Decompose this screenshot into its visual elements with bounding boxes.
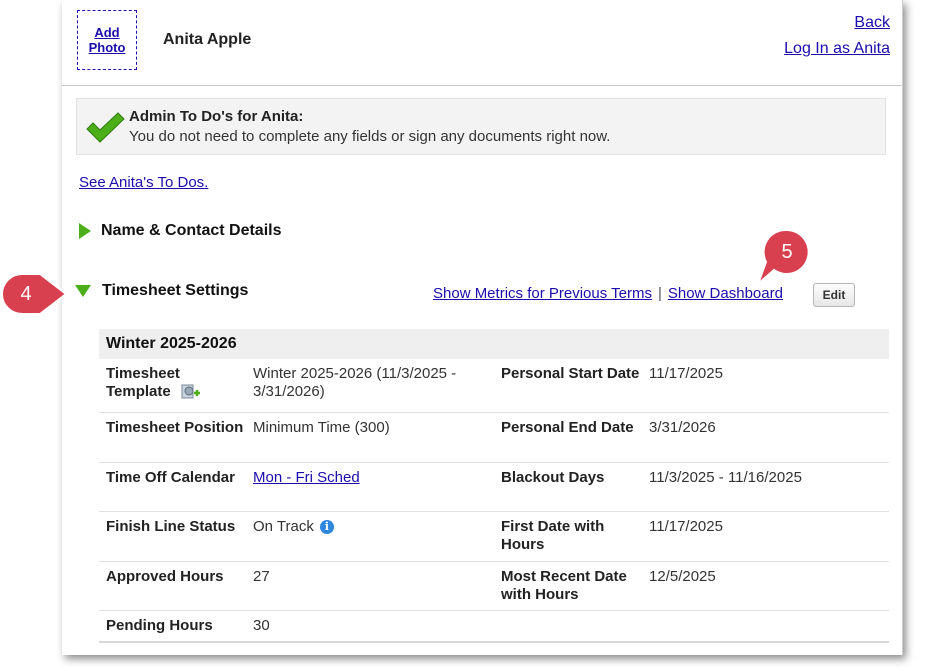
table-row: Timesheet Position Minimum Time (300) Pe… (99, 413, 889, 463)
table-row: Approved Hours 27 Most Recent Date with … (99, 562, 889, 611)
template-settings-icon[interactable] (181, 383, 201, 401)
time-off-calendar-link[interactable]: Mon - Fri Sched (253, 469, 360, 486)
expand-arrow-icon[interactable] (79, 223, 91, 239)
section-name-contact[interactable]: Name & Contact Details (101, 222, 282, 240)
row-label: Approved Hours (106, 568, 224, 585)
row-label: Pending Hours (106, 617, 213, 634)
row-label: Timesheet Position (106, 419, 244, 436)
header-divider (62, 85, 902, 86)
term-name: Winter 2025-2026 (99, 329, 889, 359)
row-label: Blackout Days (501, 469, 605, 486)
table-row: Finish Line Status On Track i First Date … (99, 512, 889, 562)
person-name: Anita Apple (163, 31, 252, 48)
row-value: Mon - Fri Sched (253, 469, 493, 487)
term-settings-table: Winter 2025-2026 Timesheet Template Wint… (99, 329, 889, 643)
admin-todo-box: Admin To Do's for Anita: You do not need… (76, 98, 886, 155)
row-value: 11/17/2025 (649, 518, 723, 535)
collapse-arrow-icon[interactable] (75, 285, 91, 297)
row-value: 27 (253, 568, 270, 585)
check-icon (86, 112, 125, 143)
table-row: Time Off Calendar Mon - Fri Sched Blacko… (99, 463, 889, 512)
row-value: On Track i (253, 518, 493, 536)
top-links: Back Log In as Anita (784, 10, 890, 62)
section-timesheet-settings[interactable]: Timesheet Settings (102, 282, 248, 300)
admin-todo-message: You do not need to complete any fields o… (129, 128, 611, 145)
callout-5-number: 5 (781, 240, 793, 263)
add-photo-button[interactable]: Add Photo (77, 10, 137, 70)
row-value: 30 (253, 617, 270, 634)
timesheet-actions: Show Metrics for Previous Terms | Show Das… (433, 285, 783, 302)
info-icon[interactable]: i (319, 520, 334, 535)
admin-todo-title: Admin To Do's for Anita: (129, 108, 304, 125)
row-label: First Date with Hours (501, 518, 605, 553)
callout-4-number: 4 (20, 282, 32, 305)
row-label: Personal End Date (501, 419, 634, 436)
row-value: 12/5/2025 (649, 568, 716, 585)
table-row: Timesheet Template Winter 2025-2026 (11/… (99, 359, 889, 413)
edit-button[interactable]: Edit (813, 283, 855, 307)
show-metrics-link[interactable]: Show Metrics for Previous Terms (433, 285, 652, 302)
row-value: 11/3/2025 - 11/16/2025 (649, 469, 802, 486)
row-label: Time Off Calendar (106, 469, 235, 486)
row-value: Winter 2025-2026 (11/3/2025 - 3/31/2026) (253, 365, 457, 400)
row-value: Minimum Time (300) (253, 419, 390, 436)
add-photo-link[interactable]: Add Photo (89, 25, 126, 55)
row-label: Most Recent Date with Hours (501, 568, 627, 603)
see-todos-link[interactable]: See Anita's To Dos. (79, 174, 208, 191)
login-as-link[interactable]: Log In as Anita (784, 36, 890, 62)
link-separator: | (657, 285, 662, 302)
row-label: Personal Start Date (501, 365, 640, 382)
row-label: Timesheet Template (106, 365, 246, 401)
row-label: Finish Line Status (106, 518, 236, 535)
row-value: 3/31/2026 (649, 419, 716, 436)
table-row: Pending Hours 30 (99, 611, 889, 643)
row-value: 11/17/2025 (649, 365, 723, 382)
back-link[interactable]: Back (784, 10, 890, 36)
